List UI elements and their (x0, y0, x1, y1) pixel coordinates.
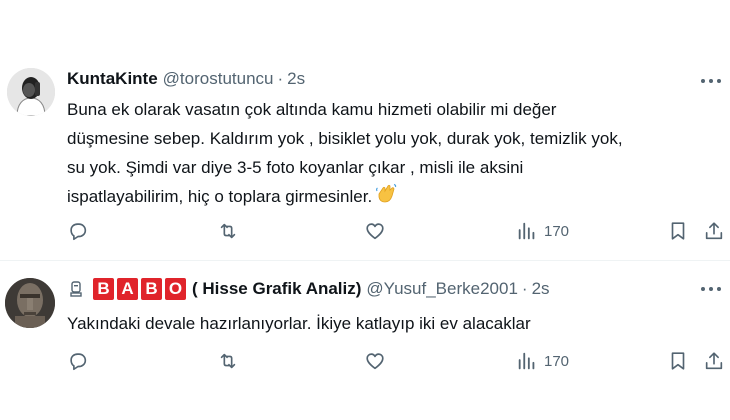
share-icon (705, 222, 723, 240)
author-handle[interactable]: @Yusuf_Berke2001 (366, 279, 517, 299)
avatar[interactable] (5, 278, 55, 328)
badge-letter: B (141, 278, 162, 300)
divider (0, 260, 730, 261)
badge-letter: A (117, 278, 138, 300)
bookmark-icon (671, 352, 685, 370)
tweet-text-line-last: ispatlayabilirim, hiç o toplara girmesin… (67, 182, 707, 213)
views-icon (518, 352, 535, 370)
tweet[interactable]: KuntaKinte @torostutuncu · 2s Buna ek ol… (0, 0, 730, 262)
name-badge: B A B O (93, 278, 186, 300)
bookmark-button[interactable] (667, 219, 689, 243)
author-handle[interactable]: @torostutuncu (163, 69, 274, 89)
tweet-actions: 170 (67, 219, 727, 243)
author-name[interactable]: ( Hisse Grafik Analiz) (192, 279, 361, 299)
views-icon (518, 222, 535, 240)
separator-dot: · (277, 69, 284, 88)
tweet[interactable]: B A B O ( Hisse Grafik Analiz) @Yusuf_Be… (0, 262, 730, 420)
waving-hands-icon (375, 182, 397, 213)
reply-button[interactable] (67, 219, 89, 243)
tweet-text: Buna ek olarak vasatın çok altında kamu … (67, 95, 707, 213)
reply-button[interactable] (67, 349, 89, 373)
heart-icon (366, 353, 384, 370)
tweet-text-line: su yok. Şimdi var diye 3-5 foto koyanlar… (67, 158, 524, 177)
bookmark-icon (671, 222, 685, 240)
tweet-actions: 170 (67, 349, 727, 373)
like-button[interactable] (364, 349, 386, 373)
separator-dot: · (521, 279, 528, 298)
badge-letter: B (93, 278, 114, 300)
more-icon[interactable] (701, 76, 721, 86)
views-button[interactable]: 170 (516, 349, 569, 373)
retweet-icon (220, 223, 236, 239)
share-button[interactable] (703, 219, 725, 243)
reply-icon (70, 353, 87, 371)
tweet-text-line: düşmesine sebep. Kaldırım yok , bisiklet… (67, 129, 623, 148)
views-count: 170 (544, 352, 570, 370)
timestamp[interactable]: 2s (532, 279, 550, 299)
statue-icon (67, 280, 85, 298)
tweet-text-line: Yakındaki devale hazırlanıyorlar. İkiye … (67, 314, 531, 333)
badge-letter: O (165, 278, 186, 300)
retweet-button[interactable] (217, 349, 239, 373)
tweet-text-line: Buna ek olarak vasatın çok altında kamu … (67, 100, 557, 119)
author-name[interactable]: KuntaKinte (67, 69, 158, 89)
views-count: 170 (544, 222, 570, 240)
tweet-text: Yakındaki devale hazırlanıyorlar. İkiye … (67, 309, 707, 338)
heart-icon (366, 223, 384, 240)
tweet-header: KuntaKinte @torostutuncu · 2s (67, 69, 305, 89)
views-button[interactable]: 170 (516, 219, 569, 243)
retweet-icon (220, 353, 236, 369)
retweet-button[interactable] (217, 219, 239, 243)
tweet-header: B A B O ( Hisse Grafik Analiz) @Yusuf_Be… (67, 278, 550, 300)
timestamp[interactable]: 2s (287, 69, 305, 89)
bookmark-button[interactable] (667, 349, 689, 373)
tweet-text-fragment: ispatlayabilirim, hiç o toplara girmesin… (67, 187, 373, 206)
more-icon[interactable] (701, 284, 721, 294)
reply-icon (70, 223, 87, 241)
avatar[interactable] (7, 68, 55, 116)
share-button[interactable] (703, 349, 725, 373)
like-button[interactable] (364, 219, 386, 243)
share-icon (705, 352, 723, 370)
